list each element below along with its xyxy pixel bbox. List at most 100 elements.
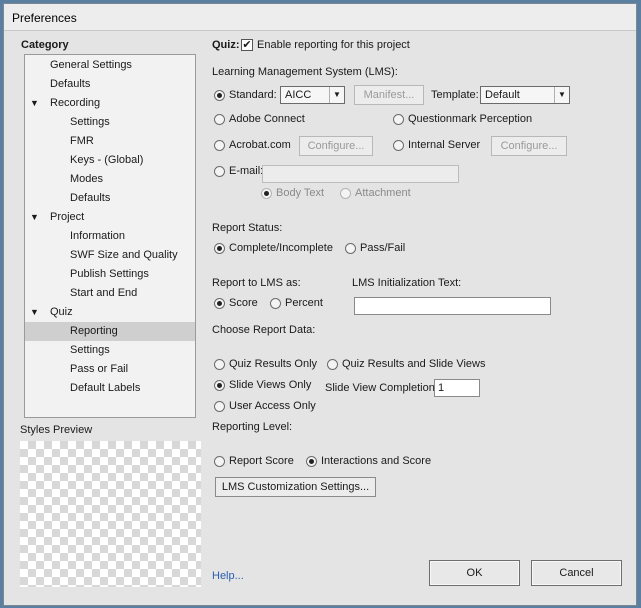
- tree-item-project[interactable]: ▼ Project: [25, 208, 195, 227]
- tree-item-recording[interactable]: ▼ Recording: [25, 94, 195, 113]
- tree-item-keys-global[interactable]: Keys - (Global): [25, 151, 195, 170]
- email-radio[interactable]: [214, 166, 225, 177]
- complete-incomplete-label: Complete/Incomplete: [229, 242, 333, 254]
- tree-item-publish-settings[interactable]: Publish Settings: [25, 265, 195, 284]
- ok-button[interactable]: OK: [429, 560, 520, 586]
- standard-label: Standard:: [229, 89, 277, 101]
- expand-triangle-icon[interactable]: ▼: [30, 208, 39, 227]
- tree-item-label: Start and End: [70, 287, 138, 299]
- questionmark-label: Questionmark Perception: [408, 113, 533, 125]
- slide-view-completion-label: Slide View Completion: [325, 382, 435, 394]
- report-to-lms-label: Report to LMS as:: [212, 277, 301, 289]
- percent-radio[interactable]: [270, 298, 281, 309]
- window-title: Preferences: [12, 11, 77, 25]
- email-input[interactable]: [262, 165, 459, 183]
- cancel-button[interactable]: Cancel: [531, 560, 622, 586]
- percent-label: Percent: [285, 297, 323, 309]
- title-bar[interactable]: Preferences: [4, 4, 636, 31]
- tree-item-label: Settings: [70, 344, 110, 356]
- expand-triangle-icon[interactable]: ▼: [30, 94, 39, 113]
- lms-init-text-label: LMS Initialization Text:: [352, 277, 462, 289]
- body-text-label: Body Text: [276, 187, 325, 199]
- template-select[interactable]: Default ▼: [480, 86, 570, 104]
- quiz-results-slide-views-radio[interactable]: [327, 359, 338, 370]
- slide-view-completion-input[interactable]: 1: [434, 379, 480, 397]
- expand-triangle-icon[interactable]: ▼: [30, 303, 39, 322]
- category-label: Category: [21, 39, 69, 51]
- lms-label: Learning Management System (LMS):: [212, 66, 398, 78]
- user-access-only-radio[interactable]: [214, 401, 225, 412]
- adobe-connect-label: Adobe Connect: [229, 113, 305, 125]
- quiz-label: Quiz:: [212, 39, 240, 51]
- tree-item-label: FMR: [70, 135, 94, 147]
- chevron-down-icon: ▼: [329, 87, 344, 103]
- tree-item-label: Defaults: [50, 78, 91, 90]
- report-score-label: Report Score: [229, 455, 294, 467]
- tree-item-label: Project: [50, 211, 85, 223]
- user-access-only-label: User Access Only: [229, 400, 316, 412]
- tree-item-reporting[interactable]: Reporting: [25, 322, 195, 341]
- interactions-score-radio[interactable]: [306, 456, 317, 467]
- report-score-radio[interactable]: [214, 456, 225, 467]
- internal-server-label: Internal Server: [408, 139, 481, 151]
- preferences-dialog: Preferences Category General Settings Def…: [3, 3, 637, 606]
- tree-item-default-labels[interactable]: Default Labels: [25, 379, 195, 398]
- quiz-results-only-radio[interactable]: [214, 359, 225, 370]
- tree-item-defaults[interactable]: Defaults: [25, 189, 195, 208]
- tree-item-label: Settings: [70, 116, 110, 128]
- attachment-radio[interactable]: [340, 188, 351, 199]
- score-label: Score: [229, 297, 258, 309]
- tree-item-modes[interactable]: Modes: [25, 170, 195, 189]
- tree-item-swf-size-and-quality[interactable]: SWF Size and Quality: [25, 246, 195, 265]
- tree-item-quiz[interactable]: ▼ Quiz: [25, 303, 195, 322]
- body-text-radio[interactable]: [261, 188, 272, 199]
- adobe-connect-radio[interactable]: [214, 114, 225, 125]
- reporting-level-label: Reporting Level:: [212, 421, 293, 433]
- manifest-button[interactable]: Manifest...: [354, 85, 424, 105]
- complete-incomplete-radio[interactable]: [214, 243, 225, 254]
- category-tree[interactable]: General Settings Defaults ▼ Recording Settin…: [24, 54, 196, 418]
- tree-item-label: Quiz: [50, 306, 73, 318]
- pass-fail-radio[interactable]: [345, 243, 356, 254]
- tree-item-label: Information: [70, 230, 126, 242]
- help-link[interactable]: Help...: [212, 570, 244, 582]
- chevron-down-icon: ▼: [554, 87, 569, 103]
- tree-item-start-and-end[interactable]: Start and End: [25, 284, 195, 303]
- lms-init-text-input[interactable]: [354, 297, 551, 315]
- tree-item-label: Keys - (Global): [70, 154, 144, 166]
- email-label: E-mail:: [229, 165, 264, 177]
- lms-customization-button[interactable]: LMS Customization Settings...: [215, 477, 376, 497]
- tree-item-pass-or-fail[interactable]: Pass or Fail: [25, 360, 195, 379]
- internal-server-radio[interactable]: [393, 140, 404, 151]
- slide-views-only-radio[interactable]: [214, 380, 225, 391]
- pass-fail-label: Pass/Fail: [360, 242, 406, 254]
- internal-server-configure-button[interactable]: Configure...: [491, 136, 567, 156]
- interactions-score-label: Interactions and Score: [321, 455, 432, 467]
- tree-item-label: Default Labels: [70, 382, 141, 394]
- enable-reporting-label: Enable reporting for this project: [257, 39, 410, 51]
- slide-views-only-label: Slide Views Only: [229, 379, 312, 391]
- acrobat-radio[interactable]: [214, 140, 225, 151]
- acrobat-label: Acrobat.com: [229, 139, 291, 151]
- tree-item-general-settings[interactable]: General Settings: [25, 56, 195, 75]
- score-radio[interactable]: [214, 298, 225, 309]
- tree-item-label: Defaults: [70, 192, 111, 204]
- template-select-value: Default: [485, 89, 520, 101]
- tree-item-settings[interactable]: Settings: [25, 341, 195, 360]
- questionmark-radio[interactable]: [393, 114, 404, 125]
- styles-preview: [20, 441, 201, 587]
- standard-select[interactable]: AICC ▼: [280, 86, 345, 104]
- tree-item-label: General Settings: [50, 59, 132, 71]
- tree-item-label: Reporting: [70, 325, 118, 337]
- tree-item-fmr[interactable]: FMR: [25, 132, 195, 151]
- tree-item-settings[interactable]: Settings: [25, 113, 195, 132]
- standard-radio[interactable]: [214, 90, 225, 101]
- tree-item-information[interactable]: Information: [25, 227, 195, 246]
- tree-item-label: Recording: [50, 97, 101, 109]
- tree-item-label: Modes: [70, 173, 104, 185]
- tree-item-defaults[interactable]: Defaults: [25, 75, 195, 94]
- enable-reporting-checkbox[interactable]: ✔: [241, 39, 253, 51]
- tree-item-label: Publish Settings: [70, 268, 149, 280]
- standard-select-value: AICC: [285, 89, 312, 101]
- acrobat-configure-button[interactable]: Configure...: [299, 136, 373, 156]
